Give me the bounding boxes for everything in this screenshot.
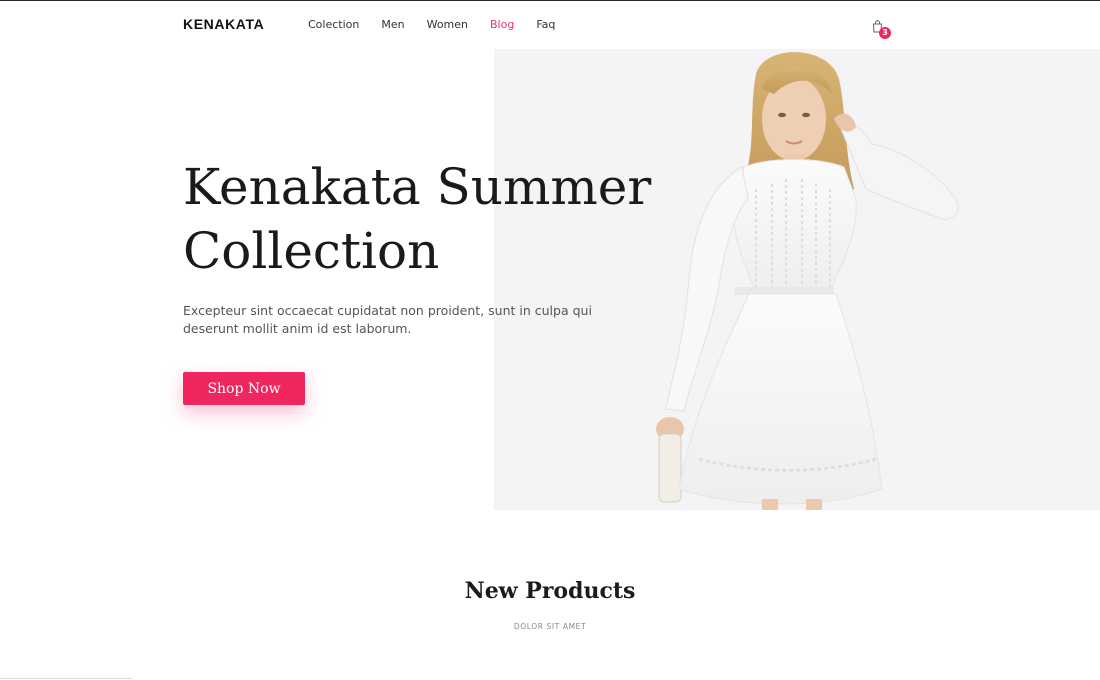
hero-title-line-2: Collection bbox=[183, 222, 440, 280]
nav-item-men[interactable]: Men bbox=[381, 18, 404, 31]
bottom-divider bbox=[0, 678, 132, 679]
cart-button[interactable]: 3 bbox=[869, 18, 891, 40]
nav-item-colection[interactable]: Colection bbox=[308, 18, 359, 31]
cart-count-badge: 3 bbox=[879, 27, 891, 39]
site-header: KENAKATA Colection Men Women Blog Faq 3 bbox=[0, 1, 1100, 49]
hero-title-line-1: Kenakata Summer bbox=[183, 158, 652, 216]
new-products-title: New Products bbox=[464, 578, 636, 604]
main-nav: Colection Men Women Blog Faq bbox=[308, 18, 577, 31]
shop-now-button[interactable]: Shop Now bbox=[183, 372, 305, 405]
brand-logo[interactable]: KENAKATA bbox=[183, 16, 264, 32]
nav-item-faq[interactable]: Faq bbox=[536, 18, 555, 31]
hero-description: Excepteur sint occaecat cupidatat non pr… bbox=[183, 303, 592, 336]
hero-title: Kenakata Summer Collection bbox=[183, 155, 703, 283]
new-products-subtitle: DOLOR SIT AMET bbox=[513, 622, 587, 631]
nav-item-blog[interactable]: Blog bbox=[490, 18, 514, 31]
nav-item-women[interactable]: Women bbox=[427, 18, 468, 31]
